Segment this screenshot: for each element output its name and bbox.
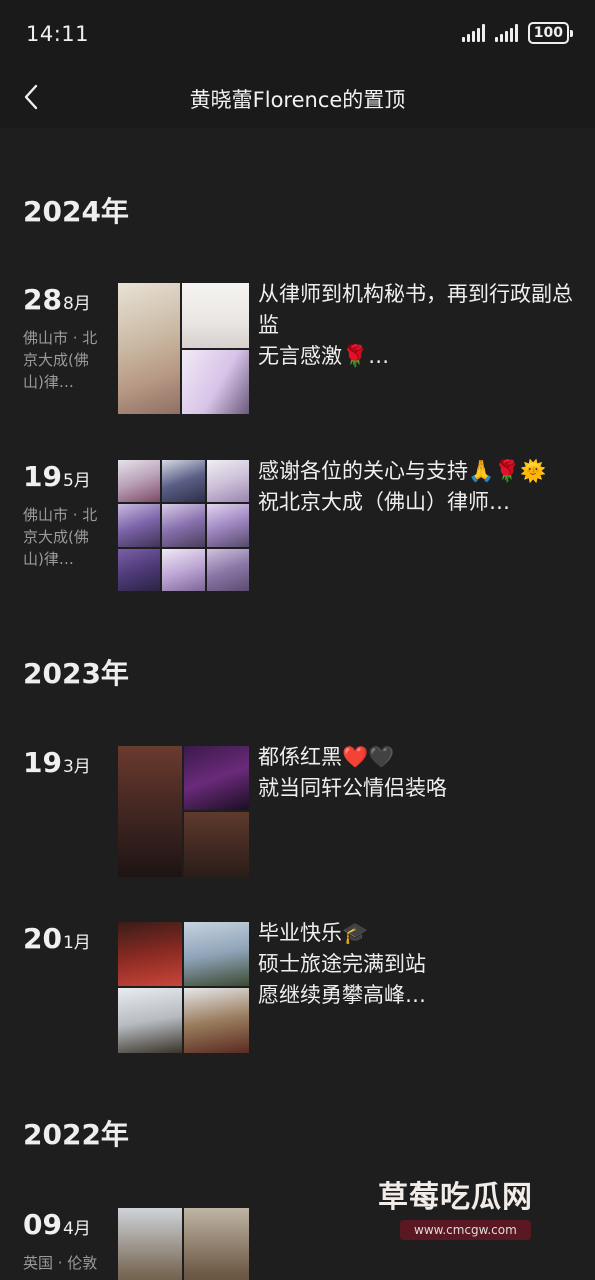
caption-line: 从律师到机构秘书，再到行政副总监 (258, 282, 573, 337)
post-date: 195月 (23, 460, 91, 493)
caption-line: 都係红黑❤️🖤 (258, 745, 395, 769)
status-icons: 100 (461, 22, 574, 44)
post-thumbnail[interactable] (118, 746, 249, 877)
post-thumbnail[interactable] (118, 922, 249, 1053)
caption-line: 愿继续勇攀高峰… (258, 983, 426, 1007)
post-month: 8月 (62, 294, 91, 314)
list-item[interactable]: 193月 都係红黑❤️🖤 就当同轩公情侣装咯 (0, 745, 595, 878)
list-item[interactable]: 201月 毕业快乐🎓 硕士旅途完满到站 愿继续勇攀高峰… (0, 921, 595, 1054)
post-location: 佛山市 · 北京大成(佛山)律… (23, 329, 98, 391)
post-day: 19 (23, 746, 62, 779)
caption-line: 感谢各位的关心与支持🙏🌹🌞 (258, 459, 547, 483)
caption-line: 硕士旅途完满到站 (258, 952, 426, 976)
page-title: 黄晓蕾Florence的置顶 (189, 88, 406, 112)
post-caption: 毕业快乐🎓 硕士旅途完满到站 愿继续勇攀高峰… (258, 918, 578, 1011)
watermark-url: www.cmcgw.com (400, 1220, 531, 1240)
post-date: 288月 (23, 283, 91, 316)
list-item[interactable]: 288月 佛山市 · 北京大成(佛山)律… 从律师到机构秘书，再到行政副总监 无… (0, 282, 595, 415)
post-date: 201月 (23, 922, 91, 955)
caption-line: 无言感激🌹… (258, 344, 390, 368)
post-thumbnail[interactable] (118, 283, 249, 414)
post-caption: 感谢各位的关心与支持🙏🌹🌞 祝北京大成（佛山）律师… (258, 456, 578, 518)
post-caption: 从律师到机构秘书，再到行政副总监 无言感激🌹… (258, 279, 578, 372)
post-date: 094月 (23, 1208, 91, 1241)
list-item[interactable]: 195月 佛山市 · 北京大成(佛山)律… 感谢各位的关心与支持🙏🌹🌞 祝北京大… (0, 459, 595, 592)
status-bar: 14:11 100 (0, 0, 595, 70)
post-date: 193月 (23, 746, 91, 779)
post-caption: 都係红黑❤️🖤 就当同轩公情侣装咯 (258, 742, 578, 804)
battery-icon: 100 (527, 22, 574, 44)
post-location: 英国 · 伦敦 (23, 1254, 98, 1272)
watermark: 草莓吃瓜网 www.cmcgw.com (378, 1172, 533, 1240)
post-thumbnail[interactable] (118, 1208, 249, 1280)
year-header: 2022年 (23, 1118, 129, 1151)
post-month: 4月 (62, 1219, 91, 1239)
caption-line: 就当同轩公情侣装咯 (258, 776, 447, 800)
signal-icon (461, 24, 485, 42)
signal-icon-2 (494, 24, 518, 42)
caption-line: 祝北京大成（佛山）律师… (258, 490, 510, 514)
year-header: 2023年 (23, 657, 129, 690)
post-month: 1月 (62, 933, 91, 953)
caption-line: 毕业快乐🎓 (258, 921, 369, 945)
year-header: 2024年 (23, 195, 129, 228)
post-location: 佛山市 · 北京大成(佛山)律… (23, 506, 98, 568)
watermark-text: 草莓吃瓜网 (378, 1180, 533, 1215)
post-day: 19 (23, 460, 62, 493)
post-thumbnail[interactable] (118, 460, 249, 591)
post-month: 5月 (62, 471, 91, 491)
post-day: 20 (23, 922, 62, 955)
status-time: 14:11 (26, 22, 90, 46)
post-day: 09 (23, 1208, 62, 1241)
post-day: 28 (23, 283, 62, 316)
post-month: 3月 (62, 757, 91, 777)
nav-bar: 黄晓蕾Florence的置顶 (0, 70, 595, 128)
